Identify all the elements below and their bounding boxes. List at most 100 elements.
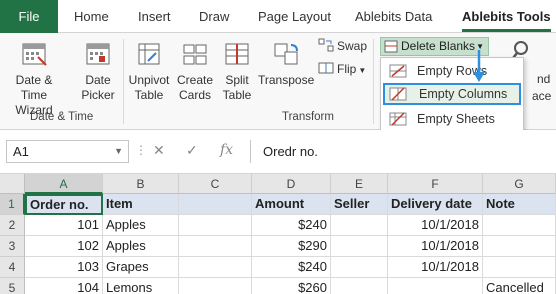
group-separator: [373, 39, 374, 124]
enter-icon[interactable]: ✓: [186, 142, 198, 159]
tab-draw[interactable]: Draw: [199, 0, 229, 33]
split-table-label-1: Split: [225, 73, 249, 87]
cell-g2[interactable]: [483, 215, 556, 236]
menu-item-empty-rows[interactable]: Empty Rows: [383, 60, 521, 82]
partial-label-nd: nd: [537, 72, 551, 86]
formula-bar: A1 ▼ ⋮ ✕ ✓ fx Oredr no.: [0, 130, 556, 174]
tab-file[interactable]: File: [0, 0, 58, 33]
flip-label: Flip: [337, 62, 357, 76]
column-header-g[interactable]: G: [483, 174, 556, 194]
column-header-d[interactable]: D: [252, 174, 331, 194]
column-header-c[interactable]: C: [179, 174, 252, 194]
row-header-3[interactable]: 3: [0, 236, 25, 257]
tab-home[interactable]: Home: [74, 0, 109, 33]
cell-g4[interactable]: [483, 257, 556, 278]
cell-d4[interactable]: $240: [252, 257, 331, 278]
row-header-4[interactable]: 4: [0, 257, 25, 278]
tab-insert[interactable]: Insert: [138, 0, 171, 33]
column-header-f[interactable]: F: [388, 174, 483, 194]
unpivot-table-label-1: Unpivot: [128, 73, 170, 87]
select-all-corner[interactable]: [0, 174, 25, 194]
column-header-b[interactable]: B: [103, 174, 179, 194]
cancel-icon[interactable]: ✕: [153, 142, 165, 159]
cell-f5[interactable]: [388, 278, 483, 294]
cell-a3[interactable]: 102: [25, 236, 103, 257]
menu-item-empty-sheets[interactable]: Empty Sheets: [383, 108, 521, 130]
unpivot-table-button[interactable]: Unpivot Table: [126, 37, 172, 103]
create-cards-label-2: Cards: [178, 88, 211, 102]
empty-columns-icon: [389, 87, 407, 101]
cell-a1[interactable]: Order no.: [25, 194, 103, 215]
tab-page-layout[interactable]: Page Layout: [258, 0, 331, 33]
cell-g1[interactable]: Note: [483, 194, 556, 215]
cell-b2[interactable]: Apples: [103, 215, 179, 236]
menu-item-empty-columns[interactable]: Empty Columns: [383, 83, 521, 105]
column-header-a[interactable]: A: [25, 174, 103, 194]
menu-item-label: Empty Sheets: [417, 112, 495, 126]
swap-label: Swap: [337, 39, 368, 53]
cell-d1[interactable]: Amount: [252, 194, 331, 215]
cell-f1[interactable]: Delivery date: [388, 194, 483, 215]
date-time-wizard-label-1: Date &: [15, 73, 53, 87]
column-header-e[interactable]: E: [331, 174, 388, 194]
more-icon[interactable]: ⋮: [135, 143, 148, 157]
calendar-wizard-icon: [22, 43, 47, 66]
cell-b5[interactable]: Lemons: [103, 278, 179, 294]
cell-e2[interactable]: [331, 215, 388, 236]
cell-b3[interactable]: Apples: [103, 236, 179, 257]
cell-c5[interactable]: [179, 278, 252, 294]
cell-b1[interactable]: Item: [103, 194, 179, 215]
cell-g3[interactable]: [483, 236, 556, 257]
chevron-down-icon[interactable]: ▼: [114, 141, 123, 162]
cell-e1[interactable]: Seller: [331, 194, 388, 215]
empty-sheets-icon: [389, 112, 407, 126]
create-cards-button[interactable]: Create Cards: [174, 37, 216, 103]
cell-f3[interactable]: 10/1/2018: [388, 236, 483, 257]
cell-f4[interactable]: 10/1/2018: [388, 257, 483, 278]
cards-icon: [183, 44, 207, 65]
worksheet-grid: A B C D E F G 1 2 3 4 5 Order no. Item A…: [0, 174, 556, 294]
swap-icon: [318, 38, 334, 52]
cell-e3[interactable]: [331, 236, 388, 257]
row-header-2[interactable]: 2: [0, 215, 25, 236]
flip-button[interactable]: Flip ▼: [318, 60, 366, 78]
unpivot-table-label-2: Table: [134, 88, 164, 102]
create-cards-label-1: Create: [176, 73, 214, 87]
row-header-5[interactable]: 5: [0, 278, 25, 294]
cell-a2[interactable]: 101: [25, 215, 103, 236]
row-header-1[interactable]: 1: [0, 194, 25, 215]
group-label-transform: Transform: [282, 111, 334, 123]
swap-button[interactable]: Swap: [318, 37, 367, 55]
cell-d2[interactable]: $240: [252, 215, 331, 236]
name-box[interactable]: A1 ▼: [6, 140, 129, 163]
date-time-wizard-button[interactable]: Date & Time Wizard: [4, 37, 64, 118]
cell-a5[interactable]: 104: [25, 278, 103, 294]
date-picker-label-2: Picker: [81, 88, 115, 102]
cell-c3[interactable]: [179, 236, 252, 257]
cell-c1[interactable]: [179, 194, 252, 215]
pointer-arrow-icon: [473, 50, 485, 82]
tab-ablebits-tools[interactable]: Ablebits Tools: [462, 0, 551, 33]
formula-input[interactable]: Oredr no.: [250, 140, 556, 163]
split-table-button[interactable]: Split Table: [218, 37, 256, 103]
cell-c4[interactable]: [179, 257, 252, 278]
cell-d5[interactable]: $260: [252, 278, 331, 294]
cell-a4[interactable]: 103: [25, 257, 103, 278]
split-table-label-2: Table: [222, 88, 252, 102]
cell-f2[interactable]: 10/1/2018: [388, 215, 483, 236]
cell-d3[interactable]: $290: [252, 236, 331, 257]
partial-label-ace: ace: [532, 89, 552, 103]
split-table-icon: [225, 43, 249, 65]
cell-e4[interactable]: [331, 257, 388, 278]
cell-b4[interactable]: Grapes: [103, 257, 179, 278]
tab-ablebits-data[interactable]: Ablebits Data: [355, 0, 432, 33]
flip-icon: [318, 62, 334, 74]
group-label-date-time: Date & Time: [30, 111, 94, 123]
date-picker-button[interactable]: Date Picker: [76, 37, 120, 103]
menu-item-label: Empty Columns: [419, 87, 508, 101]
cell-g5[interactable]: Cancelled: [483, 278, 556, 294]
cell-c2[interactable]: [179, 215, 252, 236]
cell-e5[interactable]: [331, 278, 388, 294]
transpose-button[interactable]: Transpose: [258, 37, 314, 88]
insert-function-icon[interactable]: fx: [220, 142, 233, 158]
